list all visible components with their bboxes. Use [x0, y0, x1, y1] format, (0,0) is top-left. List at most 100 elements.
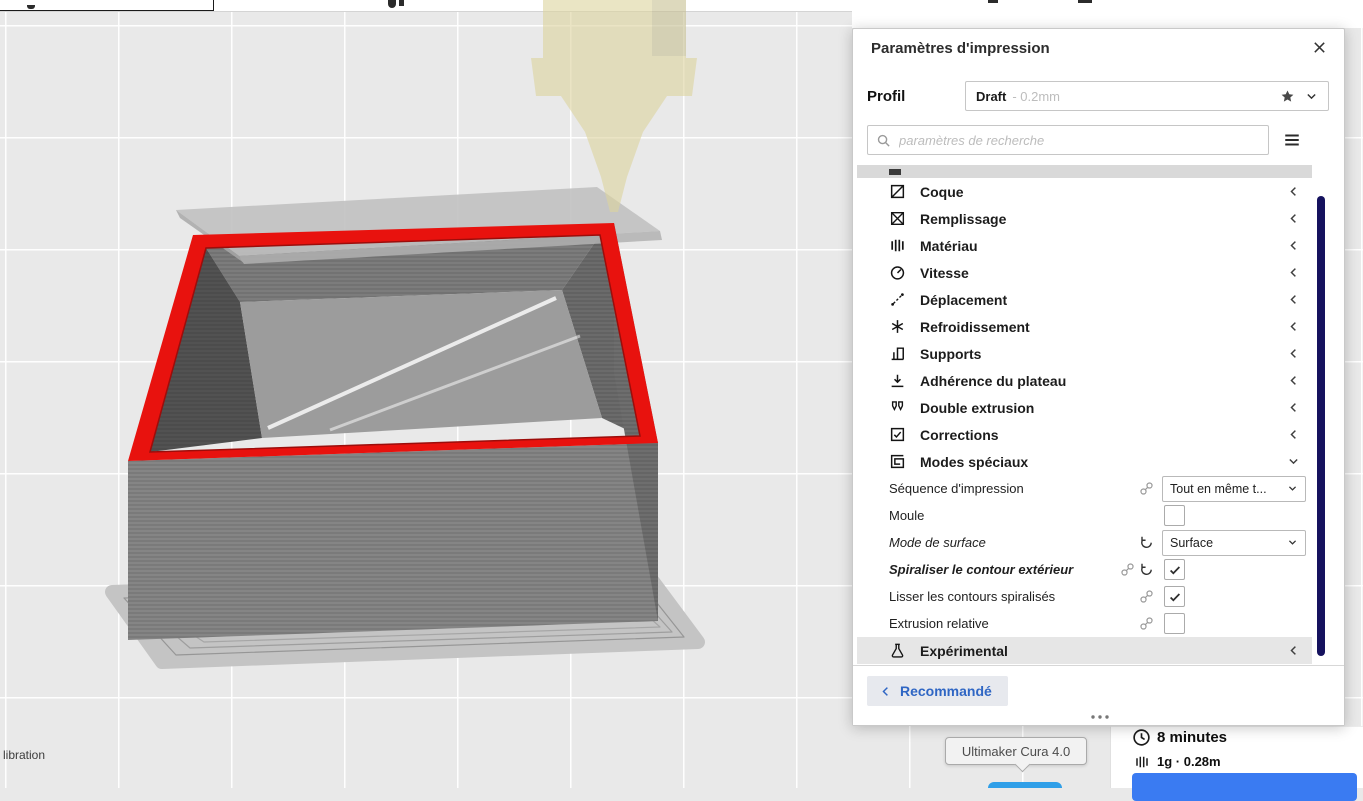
close-icon[interactable] [1312, 40, 1327, 55]
category-row[interactable]: Matériau [857, 232, 1312, 259]
setting-label: Lisser les contours spiralisés [889, 589, 1056, 604]
chevron-left-icon [1287, 428, 1300, 441]
setting-checkbox[interactable] [1164, 613, 1185, 634]
search-box[interactable] [867, 125, 1269, 155]
category-row[interactable]: Modes spéciaux [857, 448, 1312, 475]
clock-icon [1132, 728, 1151, 747]
category-row[interactable]: Corrections [857, 421, 1312, 448]
chevron-down-icon [1287, 455, 1300, 468]
chevron-left-icon [1287, 266, 1300, 279]
category-row[interactable]: Déplacement [857, 286, 1312, 313]
setting-row: Séquence d'impression Tout en même t... [857, 475, 1312, 502]
category-label: Expérimental [920, 642, 1008, 659]
setting-dropdown[interactable]: Tout en même t... [1162, 475, 1306, 502]
version-tooltip: Ultimaker Cura 4.0 [945, 737, 1087, 773]
category-row[interactable]: Supports [857, 340, 1312, 367]
revert-icon[interactable] [1139, 562, 1154, 577]
chevron-left-icon [1287, 212, 1300, 225]
category-label: Double extrusion [920, 399, 1035, 416]
profile-variant: - 0.2mm [1012, 88, 1061, 104]
chevron-left-icon [1287, 374, 1300, 387]
toolbar-fragment-box [0, 0, 214, 11]
profile-label: Profil [867, 88, 906, 105]
toolbar-clipped [0, 0, 852, 12]
category-row[interactable]: Vitesse [857, 259, 1312, 286]
dropdown-value: Tout en même t... [1170, 481, 1267, 496]
setting-dropdown[interactable]: Surface [1162, 529, 1306, 556]
viewport-partial-text: libration [3, 748, 46, 762]
material-icon [1134, 754, 1150, 770]
category-label: Remplissage [920, 210, 1007, 227]
profile-dropdown[interactable]: Draft - 0.2mm [965, 81, 1329, 111]
print-job-panel: 8 minutes 1g · 0.28m [1110, 726, 1363, 801]
setting-label: Moule [889, 508, 925, 523]
experimental-icon [889, 642, 906, 659]
dual-extrusion-icon [889, 399, 906, 416]
setting-row: Extrusion relative [857, 610, 1312, 637]
setting-checkbox[interactable] [1164, 586, 1185, 607]
setting-label: Extrusion relative [889, 616, 989, 631]
panel-drag-handle[interactable] [1088, 712, 1112, 722]
hamburger-menu-icon[interactable] [1283, 131, 1301, 149]
chevron-left-icon [1287, 320, 1300, 333]
material-icon [889, 237, 906, 254]
link-icon[interactable] [1139, 481, 1154, 496]
check-icon [1168, 563, 1182, 577]
print-settings-panel: Paramètres d'impression Profil Draft - 0… [852, 28, 1345, 726]
category-row[interactable]: Coque [857, 178, 1312, 205]
category-label: Coque [920, 183, 964, 200]
category-label: Refroidissement [920, 318, 1030, 335]
setting-row: Spiraliser le contour extérieur [857, 556, 1312, 583]
adhesion-icon [889, 372, 906, 389]
dropdown-value: Surface [1170, 535, 1214, 550]
chevron-left-icon [879, 685, 892, 698]
special-modes-icon [889, 453, 906, 470]
corrections-icon [889, 426, 906, 443]
clipped-text-fragment [988, 0, 998, 3]
setting-checkbox[interactable] [1164, 505, 1185, 526]
category-row[interactable]: Adhérence du plateau [857, 367, 1312, 394]
favorite-star-icon[interactable] [1280, 89, 1295, 104]
chevron-down-icon [1287, 483, 1298, 494]
clipped-text-fragment [27, 5, 35, 9]
setting-label: Séquence d'impression [889, 481, 1024, 496]
category-row[interactable]: Refroidissement [857, 313, 1312, 340]
scrollbar[interactable] [1317, 196, 1325, 656]
search-icon [876, 133, 891, 148]
material-estimate: 1g · 0.28m [1157, 754, 1221, 769]
setting-row: Lisser les contours spiralisés [857, 583, 1312, 610]
clipped-blue-button[interactable] [988, 782, 1062, 788]
category-label: Adhérence du plateau [920, 372, 1067, 389]
print-time-estimate: 8 minutes [1157, 729, 1228, 746]
revert-icon[interactable] [1139, 535, 1154, 550]
recommended-button[interactable]: Recommandé [867, 676, 1008, 706]
category-row[interactable]: Remplissage [857, 205, 1312, 232]
setting-label: Mode de surface [889, 535, 986, 550]
setting-checkbox[interactable] [1164, 559, 1185, 580]
travel-icon [889, 291, 906, 308]
category-label: Modes spéciaux [920, 453, 1029, 470]
clipped-category-icon [889, 169, 901, 175]
setting-row: Moule [857, 502, 1312, 529]
search-input[interactable] [897, 131, 1260, 149]
link-icon[interactable] [1139, 616, 1154, 631]
shell-icon [889, 183, 906, 200]
clipped-text-fragment [1078, 0, 1092, 3]
link-icon[interactable] [1120, 562, 1135, 577]
clipped-text-fragment [388, 0, 396, 8]
preview-action-button[interactable] [1132, 773, 1357, 801]
category-row[interactable]: Double extrusion [857, 394, 1312, 421]
chevron-left-icon [1287, 644, 1300, 657]
link-icon[interactable] [1139, 589, 1154, 604]
settings-list: Coque Remplissage Matériau Vitesse Déplaceme… [853, 165, 1344, 664]
version-tooltip-text: Ultimaker Cura 4.0 [961, 743, 1071, 759]
category-row[interactable]: Expérimental [857, 637, 1312, 664]
profile-row: Profil Draft - 0.2mm [853, 81, 1344, 111]
setting-row: Mode de surface Surface [857, 529, 1312, 556]
category-label: Vitesse [920, 264, 969, 281]
panel-title: Paramètres d'impression [871, 40, 1050, 57]
search-row [853, 125, 1344, 155]
chevron-left-icon [1287, 185, 1300, 198]
setting-label: Spiraliser le contour extérieur [889, 562, 1074, 577]
clipped-category-row[interactable] [857, 165, 1312, 178]
